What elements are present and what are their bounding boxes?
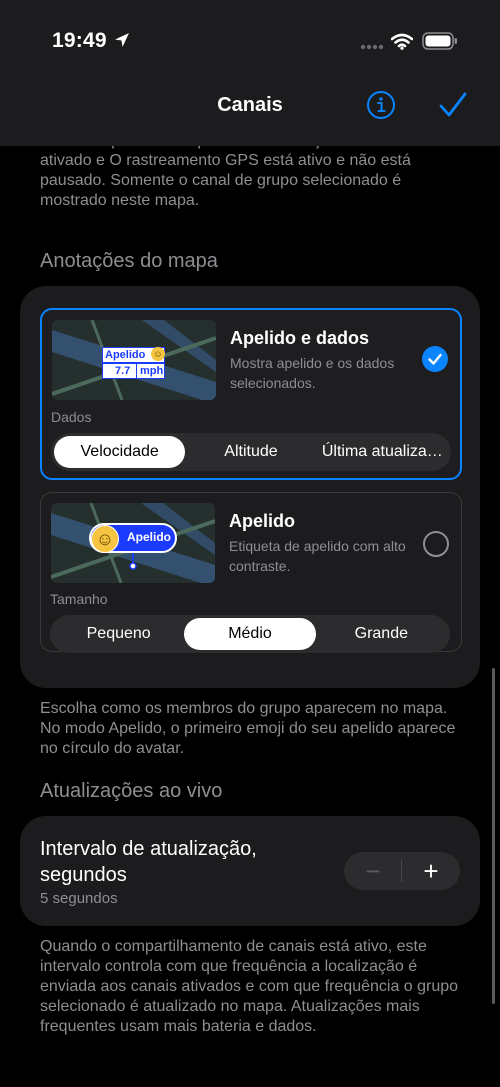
segment-speed[interactable]: Velocidade — [54, 436, 186, 468]
smiley-emoji-icon: ☺ — [91, 525, 119, 553]
segment-altitude[interactable]: Altitude — [185, 436, 316, 468]
map-annotations-header: Anotações do mapa — [40, 250, 218, 272]
option-nickname-and-data[interactable]: Apelido ☺ 7.7 mph Apelido e dados Mostra… — [40, 308, 462, 480]
option-nickname[interactable]: Apelido ☺ Apelido Etiqueta de apelido co… — [40, 492, 462, 653]
preview-data-tag: 7.7 mph — [102, 363, 165, 379]
option-title: Apelido — [229, 511, 295, 531]
segment-small[interactable]: Pequeno — [53, 618, 184, 650]
size-segmented-control: Pequeno Médio Grande — [50, 615, 450, 653]
data-field-label: Dados — [51, 409, 92, 425]
interval-title: Intervalo de atualização, segundos — [40, 838, 257, 886]
status-time: 19:49 — [52, 29, 107, 52]
checkmark-icon[interactable] — [438, 90, 468, 120]
data-segmented-control: Velocidade Altitude Última atualiza… — [51, 433, 451, 471]
preview-tag-divider — [136, 364, 137, 378]
location-arrow-icon — [115, 33, 129, 47]
nickname-data-preview: Apelido ☺ 7.7 mph — [52, 320, 216, 400]
smiley-emoji-icon: ☺ — [151, 347, 165, 361]
map-annotations-card: Apelido ☺ 7.7 mph Apelido e dados Mostra… — [20, 286, 480, 688]
radio-unselected-icon — [423, 531, 449, 557]
segment-large[interactable]: Grande — [316, 618, 447, 650]
segment-medium[interactable]: Médio — [184, 618, 316, 650]
info-circle-icon[interactable] — [366, 90, 396, 120]
live-updates-footer: Quando o compartilhamento de canais está… — [40, 938, 459, 1035]
interval-value: 5 segundos — [40, 890, 118, 907]
interval-stepper: − + — [344, 852, 460, 890]
battery-icon — [422, 32, 457, 50]
cellular-signal-icon — [360, 44, 384, 50]
option-description: Mostra apelido e os dados selecionados. — [230, 355, 395, 391]
decrement-button[interactable]: − — [344, 852, 402, 890]
navigation-bar: Canais — [0, 80, 500, 146]
nav-title: Canais — [217, 94, 283, 116]
wifi-icon — [391, 33, 413, 50]
segment-last-update[interactable]: Última atualiza… — [317, 436, 448, 468]
size-field-label: Tamanho — [50, 591, 108, 607]
scroll-indicator[interactable] — [492, 668, 495, 1004]
increment-button[interactable]: + — [402, 852, 460, 890]
checkmark-circle-icon — [422, 346, 448, 372]
status-bar: 19:49 — [0, 0, 500, 80]
nickname-preview: Apelido ☺ — [51, 503, 215, 583]
annotations-footer: Escolha como os membros do grupo aparece… — [40, 700, 456, 757]
option-title: Apelido e dados — [230, 328, 370, 348]
option-description: Etiqueta de apelido com alto contraste. — [229, 538, 406, 574]
update-interval-card: Intervalo de atualização, segundos 5 seg… — [20, 816, 480, 926]
settings-scroll-content[interactable]: somente quando Compartilhar localização … — [0, 0, 500, 1087]
live-updates-header: Atualizações ao vivo — [40, 780, 223, 802]
